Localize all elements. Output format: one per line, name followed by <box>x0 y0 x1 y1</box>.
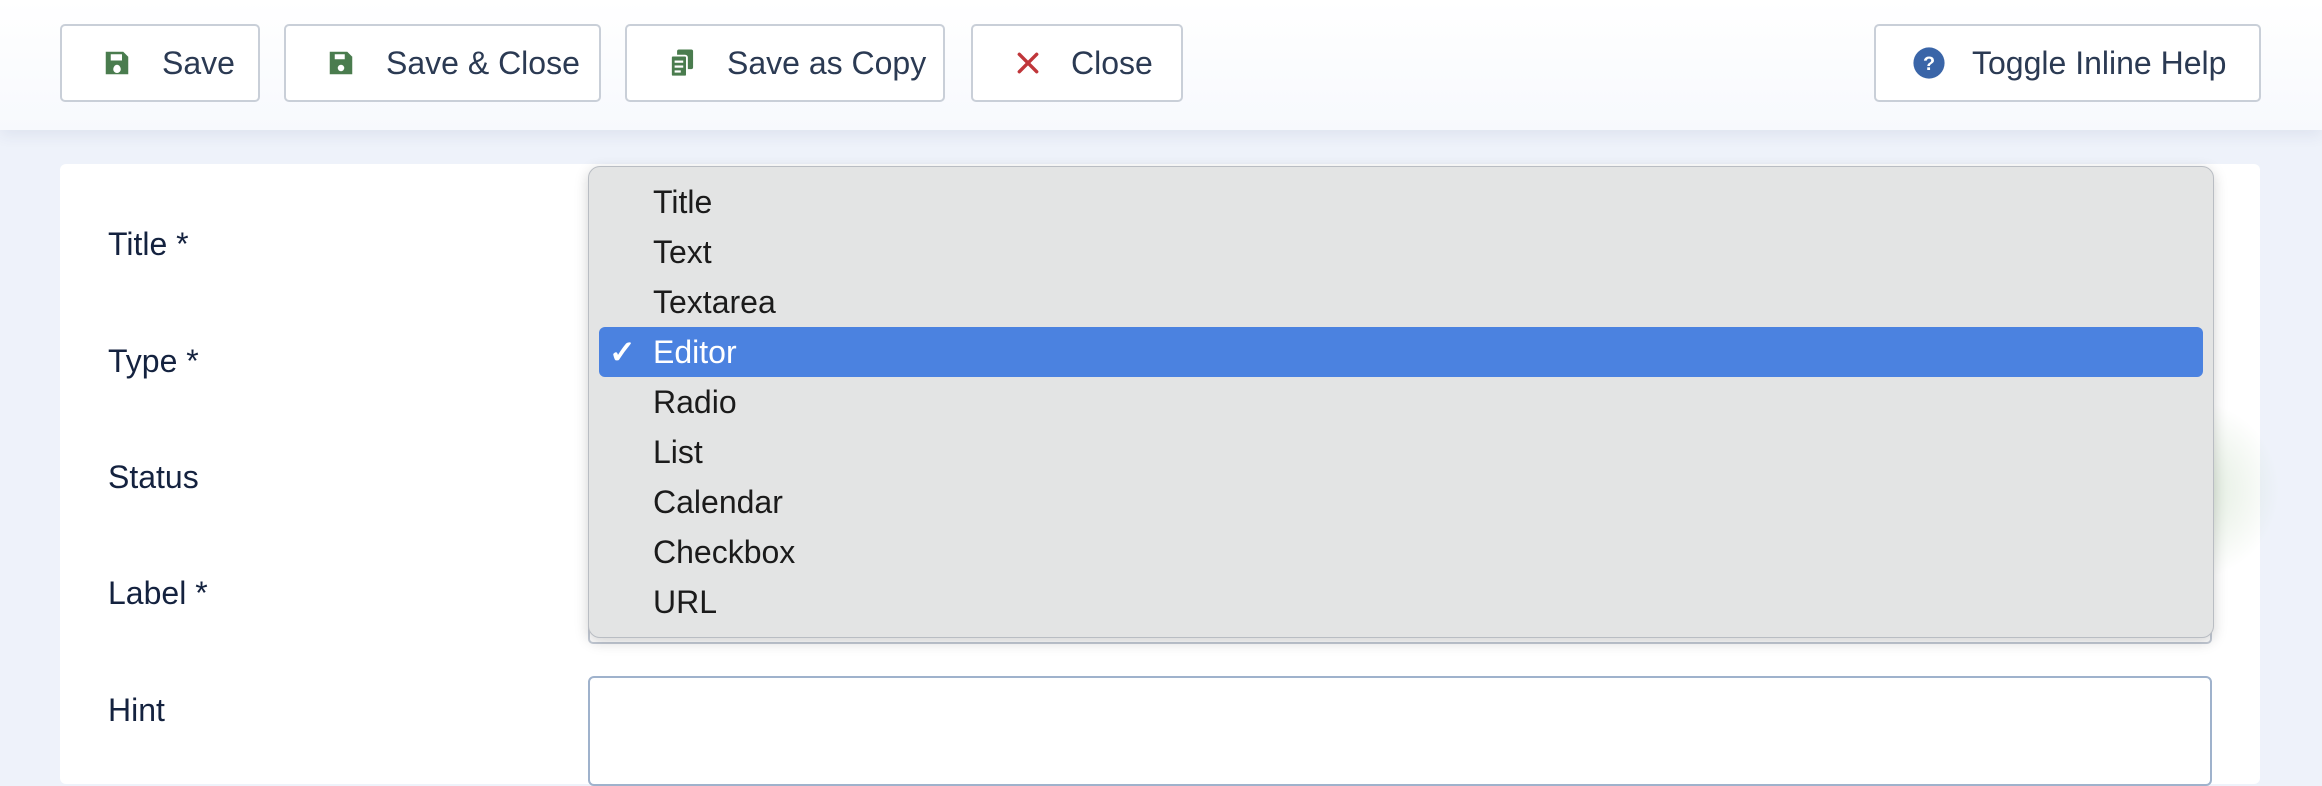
help-icon: ? <box>1912 46 1946 80</box>
type-label: Type * <box>108 343 199 379</box>
label-label: Label * <box>108 575 208 611</box>
floppy-disk-icon <box>100 46 134 80</box>
dropdown-option-textarea[interactable]: Textarea <box>599 277 2203 327</box>
dropdown-option-calendar[interactable]: Calendar <box>599 477 2203 527</box>
svg-text:?: ? <box>1923 53 1935 75</box>
type-dropdown-menu: Title Text Textarea ✓ Editor Radio List … <box>588 166 2214 638</box>
dropdown-option-title[interactable]: Title <box>599 177 2203 227</box>
dropdown-option-radio[interactable]: Radio <box>599 377 2203 427</box>
copy-icon <box>665 46 699 80</box>
save-button[interactable]: Save <box>60 24 260 102</box>
dropdown-option-editor[interactable]: ✓ Editor <box>599 327 2203 377</box>
status-label: Status <box>108 459 199 495</box>
dropdown-option-text[interactable]: Text <box>599 227 2203 277</box>
checkmark-icon: ✓ <box>609 334 636 370</box>
hint-label: Hint <box>108 692 165 728</box>
save-close-button[interactable]: Save & Close <box>284 24 601 102</box>
floppy-disk-icon <box>324 46 358 80</box>
toggle-inline-help-button[interactable]: ? Toggle Inline Help <box>1874 24 2261 102</box>
dropdown-option-list[interactable]: List <box>599 427 2203 477</box>
save-label: Save <box>162 44 235 81</box>
save-as-copy-button[interactable]: Save as Copy <box>625 24 945 102</box>
close-icon <box>1011 46 1045 80</box>
dropdown-option-url[interactable]: URL <box>599 577 2203 627</box>
save-close-label: Save & Close <box>386 44 580 81</box>
save-as-copy-label: Save as Copy <box>727 44 927 81</box>
toggle-inline-help-label: Toggle Inline Help <box>1972 44 2227 81</box>
dropdown-option-checkbox[interactable]: Checkbox <box>599 527 2203 577</box>
toolbar: Save Save & Close Save as Copy Close ? T… <box>0 0 2322 130</box>
close-label: Close <box>1071 44 1153 81</box>
hint-input[interactable] <box>588 676 2212 786</box>
title-label: Title * <box>108 226 189 262</box>
close-button[interactable]: Close <box>971 24 1183 102</box>
